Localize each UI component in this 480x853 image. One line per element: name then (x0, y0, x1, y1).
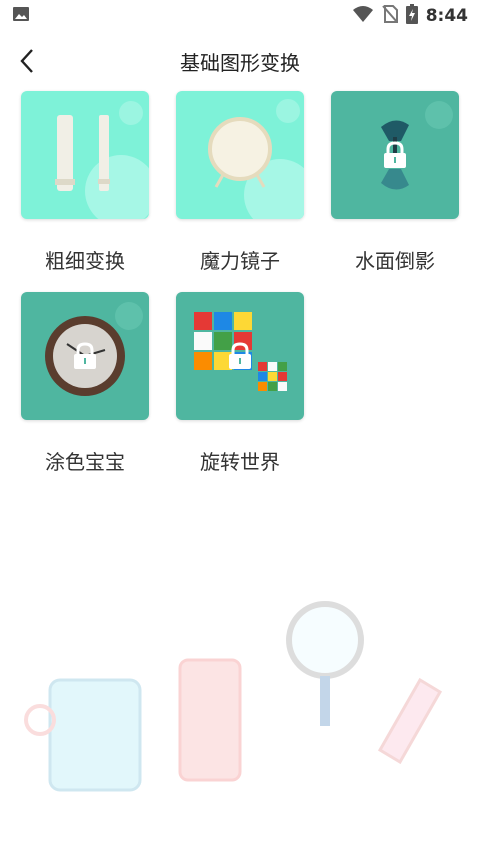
battery-icon (405, 4, 418, 28)
card-label: 魔力镜子 (200, 249, 280, 273)
decorative-characters-illustration (24, 601, 443, 792)
card-coloring-baby[interactable] (21, 292, 149, 420)
card-thickness-transform[interactable] (21, 91, 149, 219)
status-bar: 8:44 (0, 0, 480, 32)
lock-icon (74, 342, 96, 369)
card-label: 旋转世界 (200, 450, 280, 474)
thickness-illustration (55, 101, 149, 219)
card-rotating-world[interactable] (176, 292, 304, 420)
no-sim-icon (381, 5, 398, 27)
header: 基础图形变换 (0, 38, 480, 84)
mirror-illustration (208, 99, 304, 219)
lock-icon (384, 141, 406, 168)
wifi-icon (352, 5, 374, 27)
card-label: 涂色宝宝 (45, 450, 125, 474)
card-label: 粗细变换 (45, 249, 125, 273)
status-time: 8:44 (425, 6, 468, 26)
page-title: 基础图形变换 (180, 51, 300, 75)
card-water-reflection[interactable] (331, 91, 459, 219)
card-magic-mirror[interactable] (176, 91, 304, 219)
lock-icon (229, 342, 251, 369)
card-label: 水面倒影 (355, 249, 435, 273)
image-icon (12, 5, 30, 27)
